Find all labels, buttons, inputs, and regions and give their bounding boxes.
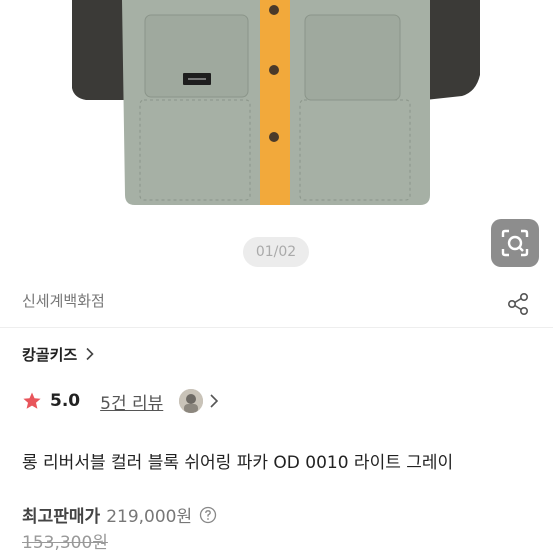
share-icon	[508, 292, 528, 315]
chevron-right-icon	[86, 347, 94, 361]
avatar[interactable]	[179, 389, 204, 413]
price-value: 219,000원	[106, 507, 193, 527]
brand-name: 캉골키즈	[22, 345, 78, 364]
share-button[interactable]	[504, 290, 532, 318]
product-image[interactable]: 01/02	[0, 0, 553, 290]
price-label: 최고판매가	[22, 507, 101, 527]
lens-search-icon	[501, 229, 529, 257]
rating-score: 5.0	[50, 391, 81, 411]
price-row: 최고판매가 219,000원	[22, 502, 217, 527]
avatar-image	[179, 389, 204, 413]
product-title: 롱 리버서블 컬러 블록 쉬어링 파카 OD 0010 라이트 그레이	[22, 453, 454, 473]
review-count-link[interactable]: 5건 리뷰	[100, 389, 163, 414]
store-name[interactable]: 신세계백화점	[22, 290, 105, 311]
section-divider	[0, 327, 553, 328]
info-icon[interactable]	[199, 506, 217, 524]
brand-link[interactable]: 캉골키즈	[22, 343, 95, 365]
chevron-right-icon[interactable]	[209, 393, 219, 409]
star-icon	[23, 392, 41, 409]
rating-row: 5.0 5건 리뷰	[22, 388, 219, 414]
lens-search-button[interactable]	[491, 219, 539, 267]
original-price: 153,300원	[22, 533, 108, 553]
image-page-indicator: 01/02	[243, 237, 309, 267]
